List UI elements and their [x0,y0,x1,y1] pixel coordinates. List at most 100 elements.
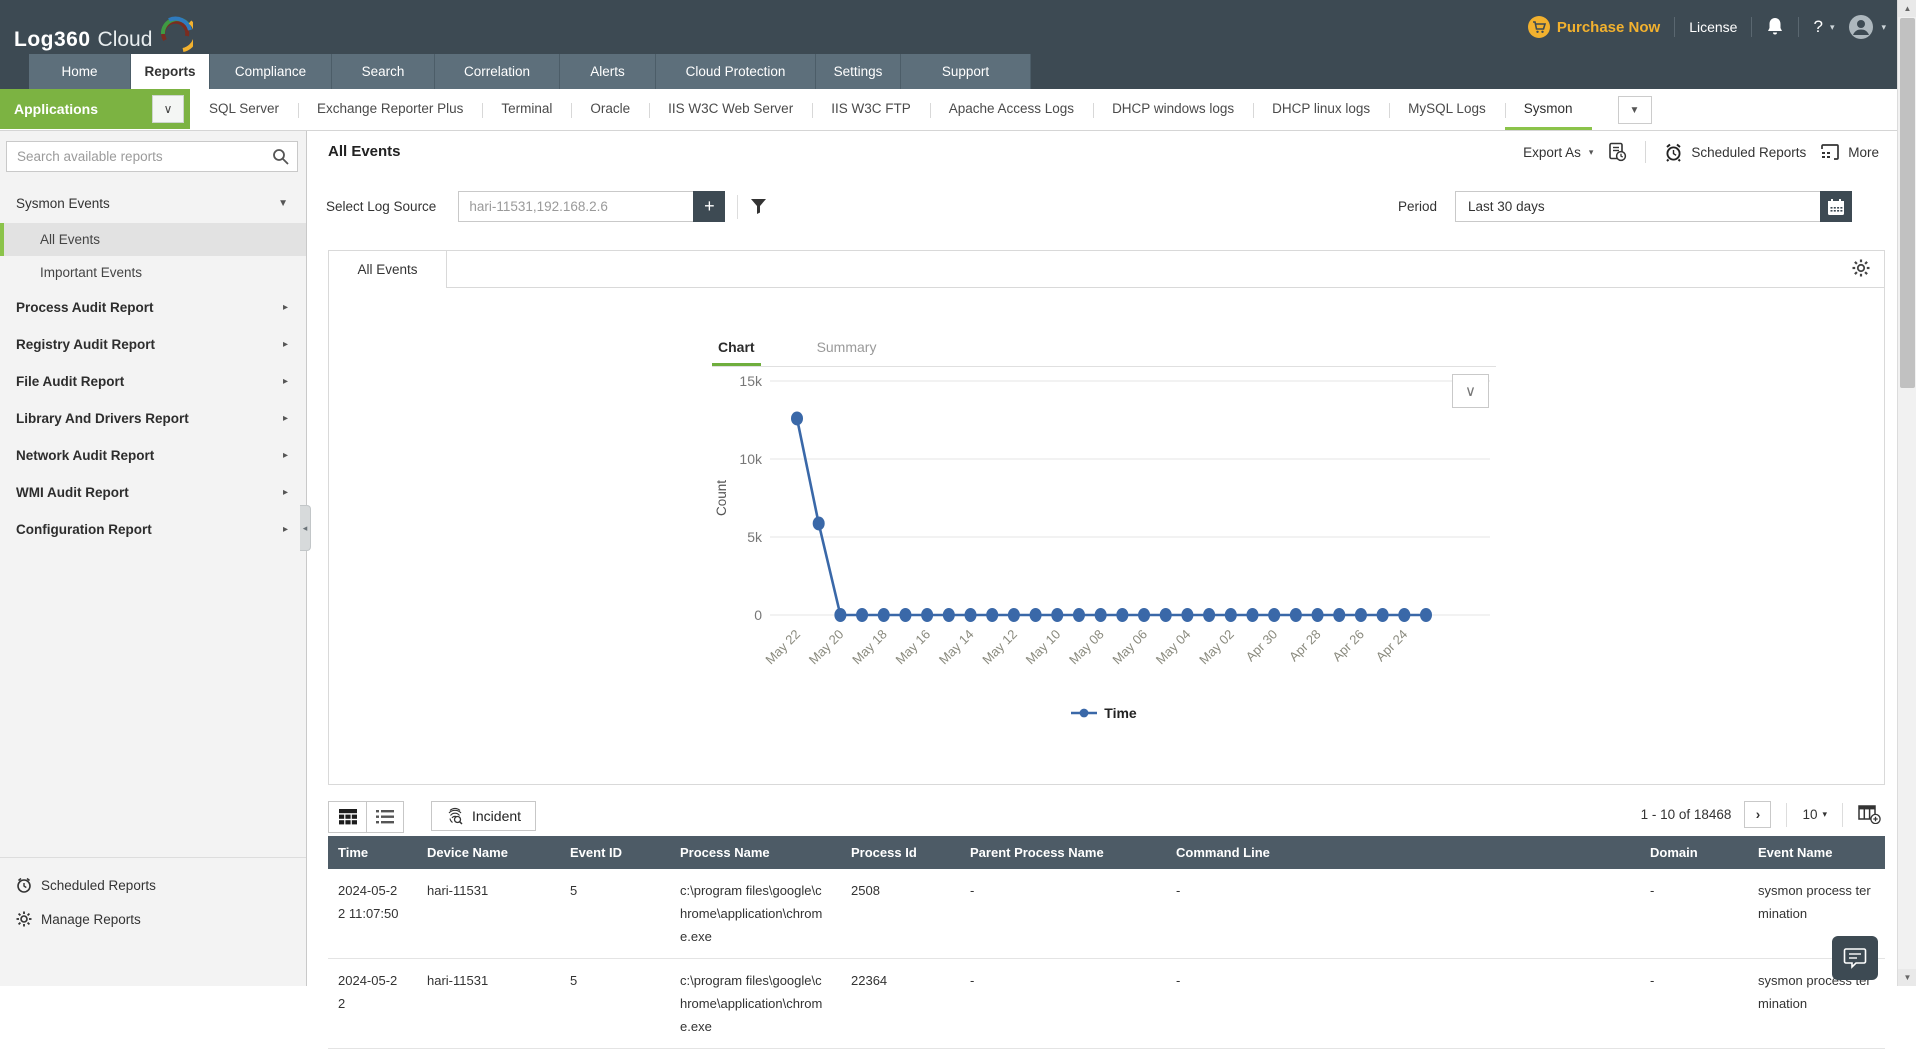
table-row[interactable]: 2024-05-22 11:07:50hari-115315c:\program… [328,869,1885,959]
column-header-process-id[interactable]: Process Id [841,836,960,869]
period-input[interactable] [1455,191,1820,222]
nav-tab-home[interactable]: Home [29,54,131,89]
scheduled-reports-label: Scheduled Reports [41,878,156,893]
subnav-item-sql-server[interactable]: SQL Server [190,89,298,130]
nav-tab-reports[interactable]: Reports [131,54,210,89]
search-icon[interactable] [272,148,289,165]
scroll-down-arrow[interactable]: ▼ [1898,969,1916,986]
search-reports-input[interactable] [6,141,298,172]
panel-settings-gear-icon[interactable] [1852,259,1870,277]
chat-support-button[interactable] [1832,936,1878,980]
sidebar-category-network-audit-report[interactable]: Network Audit Report▸ [0,437,306,474]
notifications-button[interactable] [1766,17,1784,37]
license-link[interactable]: License [1689,19,1737,35]
column-header-event-id[interactable]: Event ID [560,836,670,869]
table-cell: 5 [560,869,670,959]
column-header-time[interactable]: Time [328,836,417,869]
subnav-item-dhcp-linux-logs[interactable]: DHCP linux logs [1253,89,1389,130]
sidebar-category-library-and-drivers-report[interactable]: Library And Drivers Report▸ [0,400,306,437]
nav-tab-cloud-protection[interactable]: Cloud Protection [656,54,816,89]
divider [1842,803,1843,827]
add-log-source-button[interactable]: + [693,191,725,222]
help-menu[interactable]: ? ▾ [1813,17,1834,37]
table-cell: 2024-05-22 [328,959,417,1049]
log-source-input[interactable] [458,191,693,222]
export-as-button[interactable]: Export As ▾ [1523,145,1593,160]
sidebar-manage-reports[interactable]: Manage Reports [0,902,306,936]
list-view-button[interactable] [366,802,403,832]
user-avatar-icon [1848,14,1874,40]
calendar-button[interactable] [1820,191,1852,222]
column-header-domain[interactable]: Domain [1640,836,1748,869]
subnav-item-sysmon[interactable]: Sysmon [1505,89,1592,130]
page-scrollbar[interactable]: ▲ ▼ [1897,0,1916,986]
account-menu[interactable]: ▾ [1848,14,1886,40]
subnav-overflow-button[interactable]: ▼ [1618,96,1652,124]
tab-summary[interactable]: Summary [811,331,883,366]
category-label: Configuration Report [16,522,152,537]
chart-legend[interactable]: Time [712,705,1496,721]
column-header-command-line[interactable]: Command Line [1166,836,1640,869]
subnav-item-mysql-logs[interactable]: MySQL Logs [1389,89,1505,130]
chevron-right-icon: ▸ [283,487,288,498]
purchase-now-button[interactable]: Purchase Now [1528,16,1660,38]
sidebar-category-process-audit-report[interactable]: Process Audit Report▸ [0,289,306,326]
tab-chart[interactable]: Chart [712,331,761,366]
table-row[interactable]: 2024-05-22hari-115315c:\program files\go… [328,959,1885,1049]
table-cell: 2024-05-22 11:07:50 [328,869,417,959]
chevron-right-icon: ▸ [283,376,288,387]
add-column-icon[interactable] [1858,805,1881,824]
sidebar-group-sysmon-events[interactable]: Sysmon Events ▼ [0,186,306,223]
sidebar-item-all-events[interactable]: All Events [0,223,306,256]
svg-text:Count: Count [714,480,729,516]
nav-tab-search[interactable]: Search [332,54,435,89]
nav-tab-settings[interactable]: Settings [816,54,901,89]
subnav-item-exchange-reporter-plus[interactable]: Exchange Reporter Plus [298,89,482,130]
divider [1798,17,1799,37]
next-page-button[interactable]: › [1744,801,1771,828]
subnav-item-terminal[interactable]: Terminal [482,89,571,130]
subnav-item-apache-access-logs[interactable]: Apache Access Logs [930,89,1093,130]
app-logo[interactable]: Log360 Cloud [14,14,193,52]
svg-text:Apr 30: Apr 30 [1243,627,1281,665]
table-cell: - [1640,959,1748,1049]
scheduled-reports-button[interactable]: Scheduled Reports [1664,143,1806,162]
subnav-item-oracle[interactable]: Oracle [571,89,649,130]
chart-collapse-button[interactable]: ∨ [1452,374,1489,408]
nav-tab-compliance[interactable]: Compliance [210,54,332,89]
sidebar-scheduled-reports[interactable]: Scheduled Reports [0,868,306,902]
column-header-process-name[interactable]: Process Name [670,836,841,869]
sidebar-category-wmi-audit-report[interactable]: WMI Audit Report ▸ [0,474,306,511]
column-header-event-name[interactable]: Event Name [1748,836,1885,869]
column-header-parent-process-name[interactable]: Parent Process Name [960,836,1166,869]
applications-dropdown[interactable]: Applications ∨ [0,89,190,129]
filter-icon[interactable] [750,198,767,215]
subnav-item-iis-w3c-web-server[interactable]: IIS W3C Web Server [649,89,812,130]
table-cell: - [1640,869,1748,959]
scroll-up-arrow[interactable]: ▲ [1898,0,1916,17]
chevron-down-icon: ▾ [1822,809,1827,820]
sidebar-item-important-events[interactable]: Important Events [0,256,306,289]
sidebar-category-file-audit-report[interactable]: File Audit Report▸ [0,363,306,400]
nav-tab-support[interactable]: Support [901,54,1031,89]
table-cell: - [960,869,1166,959]
sidebar-category-registry-audit-report[interactable]: Registry Audit Report▸ [0,326,306,363]
category-label: WMI Audit Report [16,485,129,500]
nav-tab-alerts[interactable]: Alerts [560,54,656,89]
subnav-item-iis-w3c-ftp[interactable]: IIS W3C FTP [812,89,930,130]
scrollbar-thumb[interactable] [1900,18,1915,388]
incident-button[interactable]: Incident [431,801,536,831]
nav-tab-correlation[interactable]: Correlation [435,54,560,89]
grid-view-button[interactable] [329,802,366,832]
sidebar-collapse-handle[interactable]: ◂ [300,505,311,551]
page-size-dropdown[interactable]: 10 ▾ [1802,807,1827,822]
sidebar-category-configuration-report[interactable]: Configuration Report▸ [0,511,306,548]
divider [1751,17,1752,37]
chevron-right-icon: ▸ [283,450,288,461]
column-header-device-name[interactable]: Device Name [417,836,560,869]
table-cell: 22364 [841,959,960,1049]
panel-tab-all-events[interactable]: All Events [329,251,447,288]
export-schedule-icon[interactable] [1607,142,1627,162]
more-button[interactable]: More [1820,143,1879,161]
subnav-item-dhcp-windows-logs[interactable]: DHCP windows logs [1093,89,1253,130]
